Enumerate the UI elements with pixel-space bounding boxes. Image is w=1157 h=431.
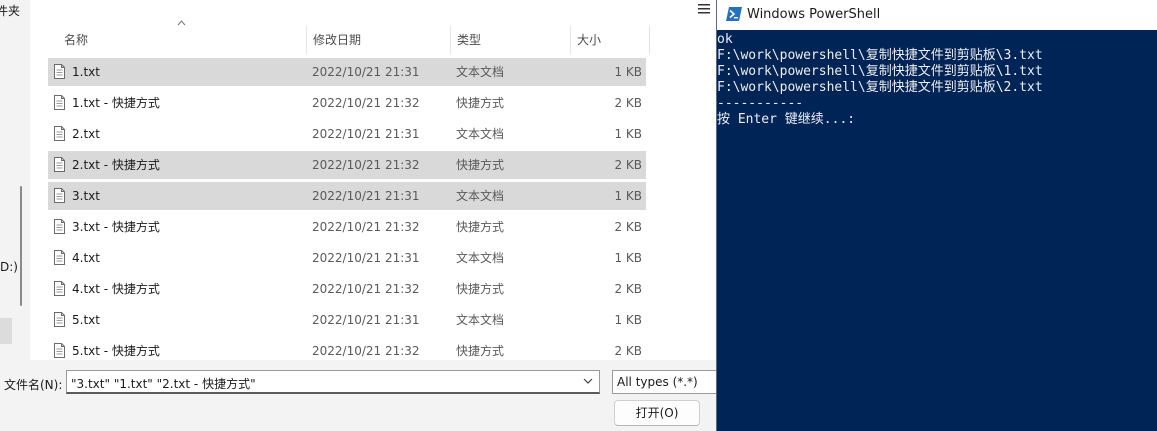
powershell-icon [726, 7, 742, 21]
nav-item-drive[interactable]: D:) [0, 260, 18, 274]
file-row[interactable]: 4.txt 2022/10/21 21:31 文本文档 1 KB [48, 244, 646, 272]
file-name: 2.txt [72, 127, 100, 141]
column-header: 名称 修改日期 类型 大小 [30, 26, 716, 54]
text-file-icon [54, 126, 65, 141]
file-size: 1 KB [614, 251, 642, 265]
column-date[interactable]: 修改日期 [306, 26, 450, 54]
file-size: 2 KB [614, 282, 642, 296]
file-size: 2 KB [614, 220, 642, 234]
file-size: 1 KB [614, 313, 642, 327]
file-size: 1 KB [614, 127, 642, 141]
file-size: 1 KB [614, 189, 642, 203]
filename-value: "3.txt" "1.txt" "2.txt - 快捷方式" [71, 377, 256, 391]
file-type: 快捷方式 [456, 220, 505, 234]
shortcut-file-icon [54, 219, 65, 234]
file-name: 2.txt - 快捷方式 [72, 158, 160, 172]
file-name: 5.txt [72, 313, 100, 327]
file-type: 快捷方式 [456, 282, 505, 296]
file-type: 文本文档 [456, 313, 505, 327]
file-name: 1.txt [72, 65, 100, 79]
file-size: 2 KB [614, 158, 642, 172]
console-output[interactable]: ok F:\work\powershell\复制快捷文件到剪贴板\3.txt F:\… [717, 32, 1157, 431]
folder-title: 件夹 [0, 4, 21, 18]
text-file-icon [54, 64, 65, 79]
file-type: 快捷方式 [456, 158, 505, 172]
file-name: 3.txt [72, 189, 100, 203]
file-size: 2 KB [614, 344, 642, 358]
text-file-icon [54, 188, 65, 203]
console-line: ok [717, 32, 733, 47]
file-type: 文本文档 [456, 251, 505, 265]
column-type[interactable]: 类型 [450, 26, 570, 54]
column-size[interactable]: 大小 [570, 26, 650, 54]
file-type: 文本文档 [456, 189, 505, 203]
file-list: 名称 修改日期 类型 大小 1.txt 2022/10/21 21:31 文本文档 1… [30, 0, 716, 360]
shortcut-file-icon [54, 343, 65, 358]
shortcut-file-icon [54, 157, 65, 172]
file-size: 2 KB [614, 96, 642, 110]
file-row[interactable]: 1.txt - 快捷方式 2022/10/21 21:32 快捷方式 2 KB [48, 89, 646, 117]
filetype-value: All types (*.*) [617, 375, 698, 389]
file-date: 2022/10/21 21:31 [312, 189, 420, 203]
text-file-icon [54, 312, 65, 327]
file-name: 4.txt - 快捷方式 [72, 282, 160, 296]
file-name: 1.txt - 快捷方式 [72, 96, 160, 110]
text-file-icon [54, 250, 65, 265]
file-date: 2022/10/21 21:32 [312, 220, 420, 234]
file-row[interactable]: 4.txt - 快捷方式 2022/10/21 21:32 快捷方式 2 KB [48, 275, 646, 303]
navigation-pane: 件夹 D:) [0, 0, 30, 360]
file-name: 4.txt [72, 251, 100, 265]
file-row[interactable]: 3.txt 2022/10/21 21:31 文本文档 1 KB [48, 182, 646, 210]
powershell-title: Windows PowerShell [747, 7, 881, 22]
dialog-footer: 文件名(N): "3.txt" "1.txt" "2.txt - 快捷方式" A… [0, 360, 716, 431]
filename-label: 文件名(N): [4, 378, 63, 392]
console-line: F:\work\powershell\复制快捷文件到剪贴板\3.txt [717, 48, 1043, 63]
shortcut-file-icon [54, 95, 65, 110]
file-date: 2022/10/21 21:32 [312, 282, 420, 296]
file-row[interactable]: 5.txt 2022/10/21 21:31 文本文档 1 KB [48, 306, 646, 334]
file-row[interactable]: 5.txt - 快捷方式 2022/10/21 21:32 快捷方式 2 KB [48, 337, 646, 360]
shortcut-file-icon [54, 281, 65, 296]
view-menu-icon[interactable] [696, 2, 712, 16]
nav-item-selected[interactable] [0, 318, 12, 344]
file-row[interactable]: 2.txt 2022/10/21 21:31 文本文档 1 KB [48, 120, 646, 148]
file-date: 2022/10/21 21:31 [312, 127, 420, 141]
file-type: 快捷方式 [456, 344, 505, 358]
console-line: ----------- [717, 96, 804, 111]
column-name[interactable]: 名称 [58, 26, 306, 54]
console-line: F:\work\powershell\复制快捷文件到剪贴板\2.txt [717, 80, 1043, 95]
file-size: 1 KB [614, 65, 642, 79]
file-row[interactable]: 3.txt - 快捷方式 2022/10/21 21:32 快捷方式 2 KB [48, 213, 646, 241]
file-date: 2022/10/21 21:32 [312, 344, 420, 358]
file-date: 2022/10/21 21:32 [312, 96, 420, 110]
filetype-select[interactable]: All types (*.*) [612, 370, 716, 394]
console-line: F:\work\powershell\复制快捷文件到剪贴板\1.txt [717, 64, 1043, 79]
file-type: 文本文档 [456, 127, 505, 141]
powershell-titlebar[interactable]: Windows PowerShell [717, 0, 1157, 30]
file-row[interactable]: 1.txt 2022/10/21 21:31 文本文档 1 KB [48, 58, 646, 86]
filename-input[interactable]: "3.txt" "1.txt" "2.txt - 快捷方式" [66, 370, 600, 394]
chevron-down-icon[interactable] [583, 378, 593, 384]
file-date: 2022/10/21 21:31 [312, 313, 420, 327]
file-row[interactable]: 2.txt - 快捷方式 2022/10/21 21:32 快捷方式 2 KB [48, 151, 646, 179]
file-type: 快捷方式 [456, 96, 505, 110]
file-name: 3.txt - 快捷方式 [72, 220, 160, 234]
open-button[interactable]: 打开(O) [614, 400, 700, 426]
console-line: 按 Enter 键继续...: [717, 112, 856, 127]
file-date: 2022/10/21 21:31 [312, 65, 420, 79]
powershell-window[interactable]: Windows PowerShell ok F:\work\powershell\… [716, 0, 1157, 431]
file-name: 5.txt - 快捷方式 [72, 344, 160, 358]
file-date: 2022/10/21 21:32 [312, 158, 420, 172]
nav-scrollbar[interactable] [20, 186, 22, 306]
file-type: 文本文档 [456, 65, 505, 79]
file-date: 2022/10/21 21:31 [312, 251, 420, 265]
